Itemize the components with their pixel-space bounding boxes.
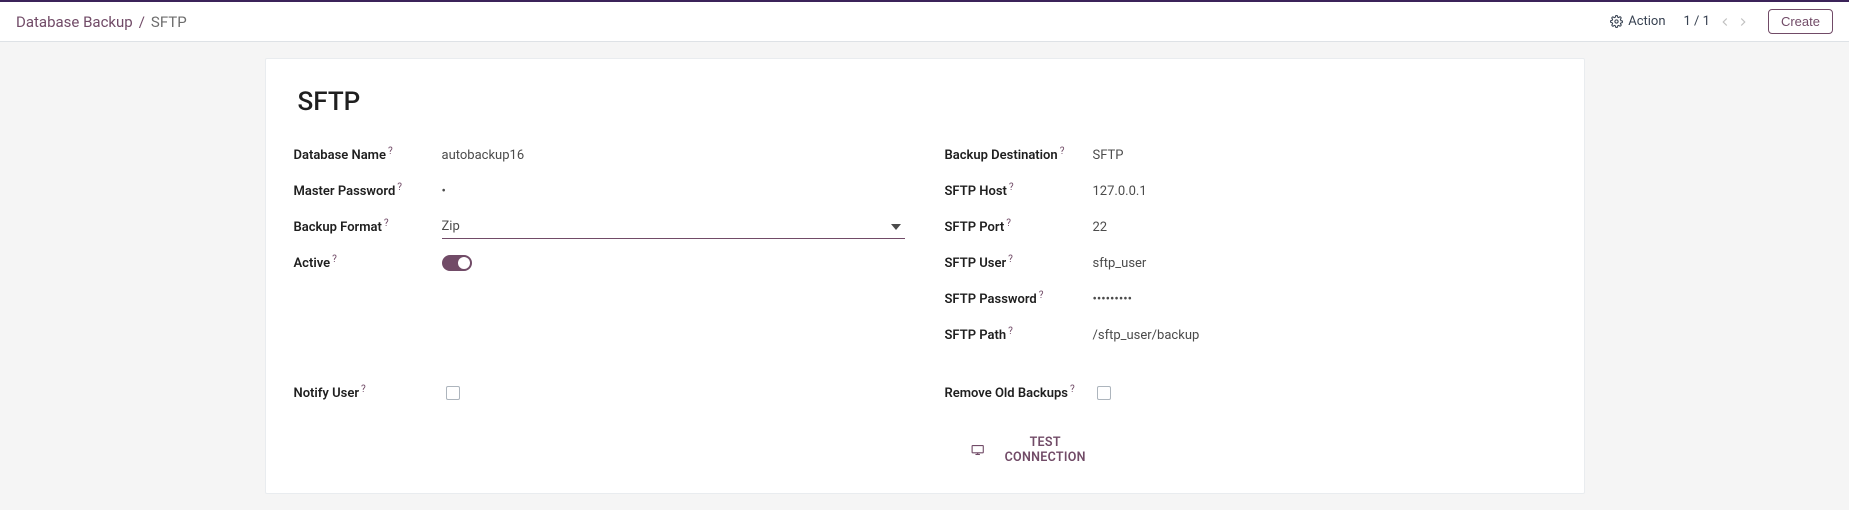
- active-label: Active?: [294, 256, 434, 271]
- help-icon[interactable]: ?: [1060, 146, 1065, 157]
- remove-old-backups-checkbox[interactable]: [1097, 386, 1111, 400]
- sftp-port-value[interactable]: 22: [1093, 220, 1556, 235]
- breadcrumb: Database Backup / SFTP: [16, 13, 187, 31]
- sftp-path-value[interactable]: /sftp_user/backup: [1093, 328, 1556, 343]
- form-section-actions: TEST CONNECTION: [294, 421, 1556, 465]
- backup-format-label: Backup Format?: [294, 220, 434, 235]
- gear-icon: [1610, 15, 1623, 28]
- breadcrumb-current: SFTP: [151, 13, 187, 31]
- row-active: Active?: [294, 245, 905, 281]
- form-card: SFTP Database Name? autobackup16 Master …: [265, 58, 1585, 494]
- form-column-right: Backup Destination? SFTP SFTP Host? 127.…: [945, 137, 1556, 353]
- content-area: SFTP Database Name? autobackup16 Master …: [0, 42, 1849, 510]
- page-header: Database Backup / SFTP Action 1 / 1 Crea…: [0, 2, 1849, 42]
- row-sftp-path: SFTP Path? /sftp_user/backup: [945, 317, 1556, 353]
- help-icon[interactable]: ?: [361, 384, 366, 395]
- chevron-right-icon[interactable]: [1736, 15, 1750, 29]
- row-notify-user: Notify User?: [294, 375, 905, 411]
- chevron-left-icon[interactable]: [1718, 15, 1732, 29]
- backup-format-value: Zip: [442, 219, 460, 234]
- backup-format-select[interactable]: Zip: [442, 215, 905, 239]
- action-label: Action: [1628, 14, 1665, 29]
- notify-user-label: Notify User?: [294, 386, 434, 401]
- notify-user-checkbox[interactable]: [446, 386, 460, 400]
- row-backup-format: Backup Format? Zip: [294, 209, 905, 245]
- caret-down-icon: [891, 222, 901, 232]
- monitor-icon: [971, 444, 984, 456]
- page-title: SFTP: [298, 87, 1556, 117]
- sftp-user-value[interactable]: sftp_user: [1093, 256, 1556, 271]
- sftp-port-label: SFTP Port?: [945, 220, 1085, 235]
- create-button[interactable]: Create: [1768, 9, 1833, 34]
- help-icon[interactable]: ?: [1070, 384, 1075, 395]
- sftp-password-value[interactable]: •••••••••: [1093, 292, 1556, 307]
- sftp-host-label: SFTP Host?: [945, 184, 1085, 199]
- sftp-password-label: SFTP Password?: [945, 292, 1085, 307]
- row-sftp-host: SFTP Host? 127.0.0.1: [945, 173, 1556, 209]
- help-icon[interactable]: ?: [1039, 290, 1044, 301]
- pager: 1 / 1: [1684, 14, 1750, 29]
- row-sftp-password: SFTP Password? •••••••••: [945, 281, 1556, 317]
- pager-text: 1 / 1: [1684, 14, 1710, 29]
- form-section-main: Database Name? autobackup16 Master Passw…: [294, 137, 1556, 353]
- help-icon[interactable]: ?: [1008, 326, 1013, 337]
- help-icon[interactable]: ?: [1008, 254, 1013, 265]
- database-name-value[interactable]: autobackup16: [442, 148, 905, 163]
- remove-old-backups-label: Remove Old Backups?: [945, 386, 1085, 401]
- breadcrumb-separator: /: [139, 13, 145, 31]
- header-actions: Action 1 / 1 Create: [1610, 9, 1833, 34]
- help-icon[interactable]: ?: [1009, 182, 1014, 193]
- row-master-password: Master Password? •: [294, 173, 905, 209]
- form-section-options: Notify User? Remove Old Backups?: [294, 375, 1556, 411]
- test-connection-label: TEST CONNECTION: [990, 435, 1101, 465]
- help-icon[interactable]: ?: [397, 182, 402, 193]
- row-backup-destination: Backup Destination? SFTP: [945, 137, 1556, 173]
- test-connection-button[interactable]: TEST CONNECTION: [971, 435, 1101, 465]
- row-sftp-port: SFTP Port? 22: [945, 209, 1556, 245]
- sftp-user-label: SFTP User?: [945, 256, 1085, 271]
- action-menu-button[interactable]: Action: [1610, 14, 1665, 29]
- sftp-host-value[interactable]: 127.0.0.1: [1093, 184, 1556, 199]
- help-icon[interactable]: ?: [332, 254, 337, 265]
- help-icon[interactable]: ?: [388, 146, 393, 157]
- form-column-left: Database Name? autobackup16 Master Passw…: [294, 137, 905, 353]
- database-name-label: Database Name?: [294, 148, 434, 163]
- backup-destination-label: Backup Destination?: [945, 148, 1085, 163]
- master-password-value[interactable]: •: [442, 184, 905, 199]
- backup-destination-value[interactable]: SFTP: [1093, 148, 1556, 163]
- help-icon[interactable]: ?: [384, 218, 389, 229]
- master-password-label: Master Password?: [294, 184, 434, 199]
- sftp-path-label: SFTP Path?: [945, 328, 1085, 343]
- row-database-name: Database Name? autobackup16: [294, 137, 905, 173]
- help-icon[interactable]: ?: [1006, 218, 1011, 229]
- row-remove-old-backups: Remove Old Backups?: [945, 375, 1556, 411]
- row-sftp-user: SFTP User? sftp_user: [945, 245, 1556, 281]
- active-toggle[interactable]: [442, 255, 472, 271]
- breadcrumb-root-link[interactable]: Database Backup: [16, 13, 133, 31]
